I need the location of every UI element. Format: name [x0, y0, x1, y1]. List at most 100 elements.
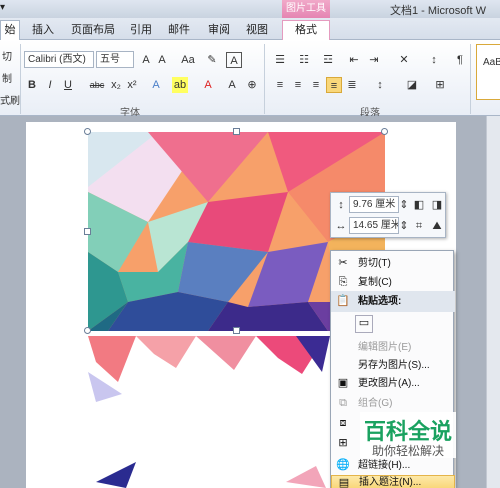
align-center-icon[interactable]: ≡: [290, 77, 306, 93]
numbering-icon[interactable]: ☷: [296, 52, 312, 68]
tab-view[interactable]: 视图: [240, 21, 274, 40]
tab-page-layout[interactable]: 页面布局: [66, 21, 120, 40]
distribute-icon[interactable]: ≣: [344, 77, 360, 93]
height-icon: ↕: [338, 199, 344, 211]
divider: [470, 44, 471, 114]
wrap-text-icon[interactable]: ⛰: [429, 218, 445, 234]
resize-handle-sw[interactable]: [84, 327, 91, 334]
tab-home[interactable]: 始: [0, 20, 20, 41]
text-effect-icon[interactable]: A: [148, 77, 164, 93]
change-picture-icon: ▣: [337, 377, 349, 389]
tab-references[interactable]: 引用: [124, 21, 158, 40]
text-wrap-icon: ⊞: [338, 437, 348, 449]
document-title: 文档1 - Microsoft W: [390, 5, 486, 17]
subscript-icon[interactable]: x₂: [108, 77, 124, 93]
font-group-label: 字体: [120, 108, 140, 119]
order-icon: ⧈: [339, 417, 347, 429]
underline-icon[interactable]: U: [60, 77, 76, 93]
cut-button[interactable]: 切: [2, 48, 12, 63]
height-input[interactable]: 9.76 厘米: [349, 196, 399, 213]
bold-icon[interactable]: B: [24, 77, 40, 93]
paste-picture-icon[interactable]: ▭: [355, 315, 373, 333]
chinese-layout-icon[interactable]: ✕: [396, 52, 412, 68]
superscript-icon[interactable]: x²: [124, 77, 140, 93]
picture-tools-context-tab: 图片工具: [282, 0, 330, 18]
title-bar: ▾ 图片工具 文档1 - Microsoft W: [0, 0, 500, 18]
watermark-logo: 百科全说 助你轻松解决: [360, 412, 456, 458]
font-size-select[interactable]: 五号: [96, 51, 134, 68]
multilevel-list-icon[interactable]: ☲: [320, 52, 336, 68]
style-quick-gallery[interactable]: AaB: [476, 44, 500, 100]
align-right-icon[interactable]: ≡: [308, 77, 324, 93]
send-backward-icon[interactable]: ◨: [429, 197, 445, 213]
watermark-subtitle: 助你轻松解决: [372, 444, 445, 458]
decor-shape: [196, 336, 256, 370]
resize-handle-n[interactable]: [233, 128, 240, 135]
change-case-icon[interactable]: Aa: [178, 52, 198, 68]
enclose-char-icon[interactable]: ⊕: [244, 77, 260, 93]
format-painter-button[interactable]: 式刷: [0, 92, 20, 107]
resize-handle-ne[interactable]: [381, 128, 388, 135]
menu-item-group: ⧉ 组合(G): [331, 393, 455, 414]
quick-access-dropdown[interactable]: ▾: [0, 2, 26, 16]
tab-format[interactable]: 格式: [282, 20, 330, 41]
shading-icon[interactable]: ◪: [404, 77, 420, 93]
menu-item-change-picture[interactable]: ▣ 更改图片(A)...: [331, 373, 455, 394]
paste-icon: 📋: [336, 295, 350, 307]
decor-shape: [88, 336, 136, 382]
highlight-icon[interactable]: ab: [172, 77, 188, 93]
width-spinner-icon[interactable]: ⇕: [399, 218, 409, 234]
caption-icon: ▤: [338, 477, 350, 488]
resize-handle-s[interactable]: [233, 327, 240, 334]
copy-icon: ⎘: [338, 276, 348, 288]
grow-font-icon[interactable]: A: [138, 52, 154, 68]
menu-item-paste-picture[interactable]: ▭: [331, 311, 455, 337]
decrease-indent-icon[interactable]: ⇤: [346, 52, 362, 68]
bullets-icon[interactable]: ☰: [272, 52, 288, 68]
width-input[interactable]: 14.65 厘米: [349, 217, 399, 234]
tab-review[interactable]: 审阅: [202, 21, 236, 40]
group-icon: ⧉: [339, 397, 347, 409]
decor-shape: [286, 466, 326, 488]
decor-shape: [96, 462, 136, 488]
increase-indent-icon[interactable]: ⇥: [366, 52, 382, 68]
resize-handle-w[interactable]: [84, 228, 91, 235]
menu-item-copy[interactable]: ⎘ 复制(C): [331, 272, 455, 293]
width-icon: ↔: [335, 220, 347, 232]
line-spacing-icon[interactable]: ↕: [372, 77, 388, 93]
borders-icon[interactable]: ⊞: [432, 77, 448, 93]
font-color-icon[interactable]: A: [200, 77, 216, 93]
hyperlink-icon: 🌐: [336, 459, 350, 471]
menu-item-insert-caption[interactable]: ▤ 插入题注(N)...: [331, 475, 455, 488]
clear-format-icon[interactable]: ✎: [204, 52, 220, 68]
italic-icon[interactable]: I: [42, 77, 58, 93]
divider: [264, 44, 265, 114]
shrink-font-icon[interactable]: A: [154, 52, 170, 68]
decor-shape: [136, 336, 196, 368]
align-left-icon[interactable]: ≡: [272, 77, 288, 93]
mini-toolbar: ↕ 9.76 厘米 ⇕ ◧ ◨ ↔ 14.65 厘米 ⇕ ⌗ ⛰: [330, 192, 446, 238]
tab-insert[interactable]: 插入: [26, 21, 60, 40]
tab-mailings[interactable]: 邮件: [162, 21, 196, 40]
paragraph-group-label: 段落: [360, 108, 380, 119]
copy-button[interactable]: 制: [2, 70, 12, 85]
vertical-scrollbar[interactable]: [486, 116, 500, 488]
justify-icon[interactable]: ≡: [326, 77, 342, 93]
ribbon: 切 制 式刷 Calibri (西文) 五号 A A Aa ✎ A B I U …: [0, 40, 500, 119]
bring-forward-icon[interactable]: ◧: [411, 197, 427, 213]
char-border-icon[interactable]: A: [226, 52, 242, 68]
style-preview: AaB: [483, 57, 500, 68]
menu-item-paste-options: 📋 粘贴选项:: [331, 291, 455, 312]
divider: [20, 44, 21, 114]
menu-item-cut[interactable]: ✂ 剪切(T): [331, 253, 455, 274]
resize-handle-nw[interactable]: [84, 128, 91, 135]
show-marks-icon[interactable]: ¶: [452, 52, 468, 68]
height-spinner-icon[interactable]: ⇕: [399, 197, 409, 213]
crop-icon[interactable]: ⌗: [411, 218, 427, 234]
sort-icon[interactable]: ↕: [426, 52, 442, 68]
font-name-select[interactable]: Calibri (西文): [24, 51, 94, 68]
strikethrough-icon[interactable]: abc: [88, 77, 106, 93]
scissors-icon: ✂: [338, 257, 348, 269]
char-shading-icon[interactable]: A: [224, 77, 240, 93]
ribbon-tabs: 始 插入 页面布局 引用 邮件 审阅 视图 格式: [0, 18, 500, 41]
